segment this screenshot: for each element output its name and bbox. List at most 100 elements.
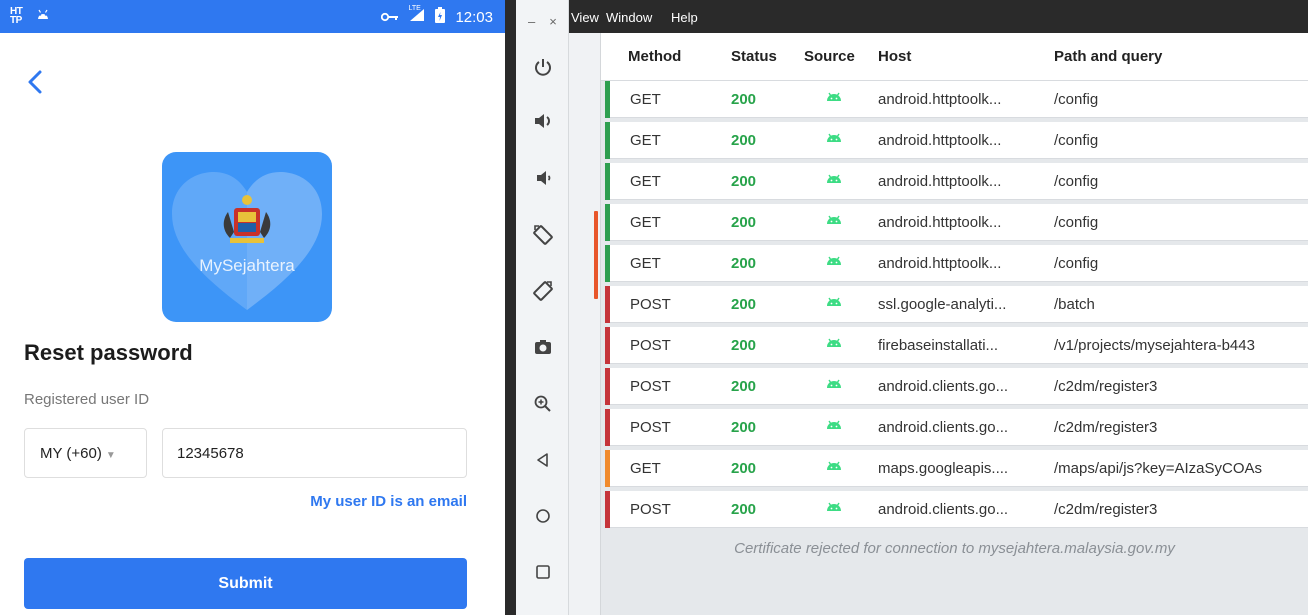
row-category-marker	[605, 286, 610, 323]
row-category-marker	[605, 122, 610, 159]
rejected-certificate-notice: Certificate rejected for connection to m…	[734, 540, 1175, 557]
table-row[interactable]: POST 200 firebaseinstallati... /v1/projects…	[605, 327, 1308, 364]
menu-window[interactable]: Window	[606, 10, 652, 25]
column-host[interactable]: Host	[878, 48, 911, 65]
table-row[interactable]: POST 200 ssl.google-analyti... /batch	[605, 286, 1308, 323]
cell-path: /config	[1054, 132, 1099, 149]
cell-path: /c2dm/register3	[1054, 501, 1158, 518]
cell-status: 200	[731, 378, 757, 395]
cell-path: /config	[1054, 255, 1099, 272]
back-button[interactable]	[22, 64, 50, 100]
android-source-icon	[824, 500, 844, 514]
cell-method: GET	[630, 173, 661, 190]
volume-up-icon[interactable]	[530, 108, 556, 134]
minimize-button[interactable]: –	[528, 14, 535, 29]
cell-method: POST	[630, 419, 671, 436]
cell-method: POST	[630, 501, 671, 518]
cell-method: POST	[630, 378, 671, 395]
table-row[interactable]: GET 200 maps.googleapis.... /maps/api/js?ke…	[605, 450, 1308, 487]
cell-status: 200	[731, 296, 757, 313]
volume-down-icon[interactable]	[530, 165, 556, 191]
android-source-icon	[824, 377, 844, 391]
android-source-icon	[824, 254, 844, 268]
android-source-icon	[824, 90, 844, 104]
camera-icon[interactable]	[530, 334, 556, 360]
cell-host: android.httptoolk...	[878, 132, 1002, 149]
android-source-icon	[824, 418, 844, 432]
row-category-marker	[605, 81, 610, 118]
cell-status: 200	[731, 255, 757, 272]
httptoolkit-notification-icon: HT TP	[10, 6, 23, 26]
cell-method: GET	[630, 460, 661, 477]
cell-path: /c2dm/register3	[1054, 378, 1158, 395]
back-icon[interactable]	[530, 447, 556, 473]
cell-method: GET	[630, 132, 661, 149]
android-source-icon	[824, 131, 844, 145]
cell-method: POST	[630, 296, 671, 313]
android-source-icon	[824, 295, 844, 309]
table-row[interactable]: POST 200 android.clients.go... /c2dm/regist…	[605, 368, 1308, 405]
cell-status: 200	[731, 501, 757, 518]
cell-method: GET	[630, 255, 661, 272]
table-row[interactable]: GET 200 android.httptoolk... /config	[605, 163, 1308, 200]
table-row[interactable]: POST 200 android.clients.go... /c2dm/regist…	[605, 491, 1308, 528]
android-source-icon	[824, 459, 844, 473]
menu-help[interactable]: Help	[671, 10, 698, 25]
email-user-id-link[interactable]: My user ID is an email	[310, 493, 467, 510]
screen: HT TP LTE 12:03 MySejahtera Reset passwo…	[0, 0, 1308, 615]
logo-text: MySejahtera	[199, 256, 295, 275]
emulator-toolbar: – ×	[516, 0, 569, 615]
table-row[interactable]: GET 200 android.httptoolk... /config	[605, 122, 1308, 159]
menu-view[interactable]: View	[571, 10, 599, 25]
cell-host: android.clients.go...	[878, 378, 1009, 395]
rotate-right-icon[interactable]	[530, 278, 556, 304]
selection-marker	[594, 211, 598, 299]
column-path[interactable]: Path and query	[1054, 48, 1162, 65]
row-category-marker	[605, 491, 610, 528]
table-row[interactable]: GET 200 android.httptoolk... /config	[605, 245, 1308, 282]
table-row[interactable]: GET 200 android.httptoolk... /config	[605, 81, 1308, 118]
cell-host: android.httptoolk...	[878, 255, 1002, 272]
row-category-marker	[605, 368, 610, 405]
cell-status: 200	[731, 337, 757, 354]
cell-path: /config	[1054, 173, 1099, 190]
cell-status: 200	[731, 460, 757, 477]
overview-icon[interactable]	[530, 559, 556, 585]
row-category-marker	[605, 327, 610, 364]
power-icon[interactable]	[530, 54, 556, 80]
table-row[interactable]: POST 200 android.clients.go... /c2dm/regist…	[605, 409, 1308, 446]
row-category-marker	[605, 163, 610, 200]
home-icon[interactable]	[530, 503, 556, 529]
cell-path: /maps/api/js?key=AIzaSyCOAs	[1054, 460, 1263, 477]
page-title: Reset password	[24, 340, 193, 365]
cell-host: android.clients.go...	[878, 419, 1009, 436]
country-code-select[interactable]: MY (+60) ▼	[24, 428, 147, 478]
cell-path: /config	[1054, 91, 1099, 108]
row-category-marker	[605, 204, 610, 241]
window-divider	[505, 0, 516, 615]
column-source[interactable]: Source	[804, 48, 855, 65]
clock: 12:03	[455, 8, 493, 26]
table-row[interactable]: GET 200 android.httptoolk... /config	[605, 204, 1308, 241]
chevron-down-icon: ▼	[105, 450, 116, 461]
cell-host: android.clients.go...	[878, 501, 1009, 518]
cell-path: /c2dm/register3	[1054, 419, 1158, 436]
battery-icon	[435, 7, 446, 27]
status-bar: HT TP LTE 12:03	[0, 0, 505, 33]
cell-status: 200	[731, 419, 757, 436]
user-id-input[interactable]	[162, 428, 467, 478]
column-method[interactable]: Method	[628, 48, 681, 65]
column-status[interactable]: Status	[731, 48, 777, 65]
row-category-marker	[605, 245, 610, 282]
close-button[interactable]: ×	[549, 14, 557, 29]
toolkit-sidebar	[569, 33, 601, 615]
android-source-icon	[824, 213, 844, 227]
zoom-icon[interactable]	[530, 391, 556, 417]
rotate-left-icon[interactable]	[530, 222, 556, 248]
cell-host: maps.googleapis....	[878, 460, 1009, 477]
cell-status: 200	[731, 91, 757, 108]
vpn-key-icon	[381, 9, 399, 26]
submit-button[interactable]: Submit	[24, 558, 467, 609]
table-header: Method Status Source Host Path and query	[601, 33, 1308, 81]
user-id-label: Registered user ID	[24, 391, 150, 408]
